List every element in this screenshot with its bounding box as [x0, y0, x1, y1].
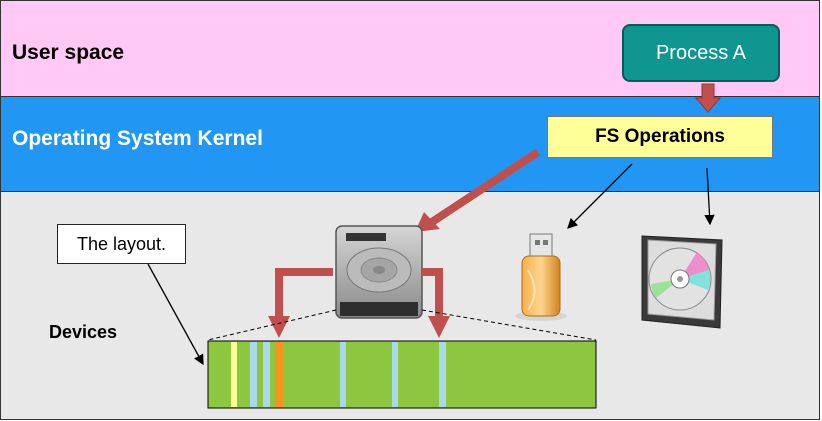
process-a-label: Process A	[655, 41, 747, 64]
layout-block-orange	[275, 342, 283, 407]
projection-line-right	[421, 309, 597, 341]
usb-drive-icon	[515, 233, 567, 321]
fs-operations-box: FS Operations	[547, 116, 773, 158]
devices-label: Devices	[49, 322, 118, 342]
fs-to-disk-arrow-shaft	[429, 148, 541, 226]
layout-block-blue	[439, 342, 446, 407]
layout-callout-label: The layout.	[76, 233, 167, 254]
projection-line-left	[207, 309, 337, 341]
layout-block-blue	[263, 342, 270, 407]
disk-layout-bar	[207, 340, 597, 409]
layout-block-yellow	[231, 342, 237, 407]
layout-callout-box: The layout.	[57, 224, 186, 264]
layout-block-blue	[392, 342, 398, 407]
optical-disc-icon	[641, 235, 723, 329]
layout-block-blue	[250, 342, 257, 407]
fs-to-usb-arrow	[567, 163, 633, 229]
fs-to-cd-arrow	[704, 167, 715, 226]
hard-disk-icon	[335, 225, 423, 319]
layout-block-blue	[340, 342, 346, 407]
disk-to-layout-left-arrow	[275, 268, 333, 320]
fs-operations-label: FS Operations	[595, 126, 725, 147]
layout-callout-arrow	[147, 263, 204, 366]
process-a-box: Process A	[622, 24, 780, 82]
process-to-fs-arrow	[694, 83, 722, 113]
